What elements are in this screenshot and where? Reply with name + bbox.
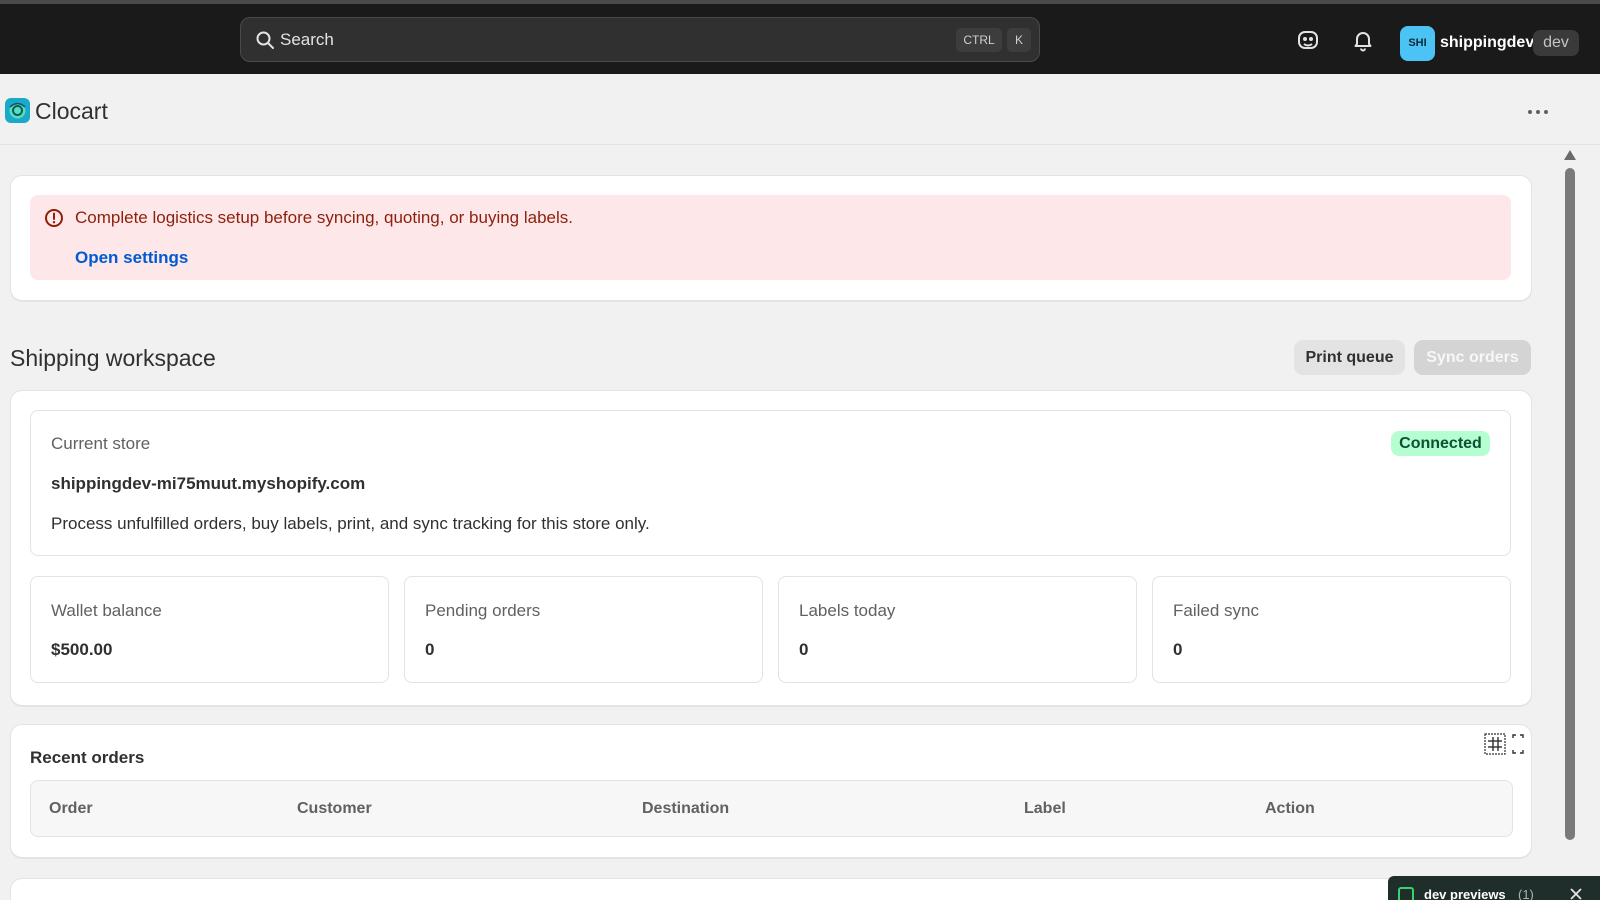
column-header-destination[interactable]: Destination (642, 800, 729, 818)
column-header-action[interactable]: Action (1265, 800, 1315, 818)
close-icon[interactable] (1568, 886, 1584, 900)
stat-value: $500.00 (51, 640, 113, 659)
avatar: SHI (1400, 26, 1435, 61)
stat-card-failed-sync: Failed sync 0 (1152, 576, 1511, 683)
scrollbar-thumb[interactable] (1565, 168, 1575, 840)
dev-previews-count: (1) (1518, 887, 1534, 900)
account-env-badge: dev (1533, 30, 1579, 56)
table-grid-icon[interactable] (1484, 733, 1506, 755)
stat-card-pending-orders: Pending orders 0 (404, 576, 763, 683)
store-description: Process unfulfilled orders, buy labels, … (51, 514, 650, 533)
search-icon (256, 31, 274, 49)
app-title: Clocart (35, 98, 108, 124)
column-header-customer[interactable]: Customer (297, 800, 372, 818)
page-title: Shipping workspace (10, 345, 216, 371)
expand-icon[interactable] (1510, 733, 1526, 755)
stat-label: Wallet balance (51, 601, 162, 620)
shortcut-k-key: K (1007, 28, 1031, 52)
print-queue-button[interactable]: Print queue (1294, 340, 1405, 375)
recent-orders-title: Recent orders (30, 748, 145, 767)
stat-label: Pending orders (425, 601, 541, 620)
stat-value: 0 (799, 640, 809, 659)
stat-card-labels-today: Labels today 0 (778, 576, 1137, 683)
app-header: Clocart (0, 74, 1600, 145)
clocart-logo (5, 98, 30, 123)
stat-value: 0 (425, 640, 435, 659)
stat-label: Labels today (799, 601, 896, 620)
sync-orders-button[interactable]: Sync orders (1414, 340, 1531, 375)
open-settings-link[interactable]: Open settings (75, 248, 188, 268)
search-bar[interactable]: Search CTRL K (240, 17, 1040, 62)
more-actions-icon[interactable] (1526, 108, 1550, 116)
status-badge: Connected (1391, 431, 1490, 456)
bell-icon[interactable] (1351, 28, 1375, 52)
store-label: Current store (51, 434, 151, 453)
stat-value: 0 (1173, 640, 1183, 659)
orders-table-header: Order Customer Destination Label Action (30, 780, 1513, 837)
dev-previews-bar[interactable]: dev previews (1) (1388, 876, 1600, 900)
banner-message: Complete logistics setup before syncing,… (75, 208, 574, 227)
search-placeholder: Search (280, 30, 334, 49)
store-domain: shippingdev-mi75muut.myshopify.com (51, 474, 366, 493)
stat-label: Failed sync (1173, 601, 1259, 620)
alert-circle-icon (45, 209, 63, 227)
devtools-icon[interactable] (1296, 28, 1320, 52)
dev-previews-label: dev previews (1424, 887, 1506, 900)
column-header-label[interactable]: Label (1024, 800, 1066, 818)
shortcut-ctrl-key: CTRL (956, 28, 1002, 52)
account-name: shippingdev (1440, 34, 1535, 51)
stat-card-wallet-balance: Wallet balance $500.00 (30, 576, 389, 683)
column-header-order[interactable]: Order (49, 800, 93, 818)
next-section-card (10, 878, 1532, 900)
scroll-up-arrow-icon[interactable] (1563, 149, 1577, 161)
preview-icon (1398, 887, 1414, 900)
admin-topbar: Search CTRL K SHI shippingdev dev (0, 0, 1600, 74)
